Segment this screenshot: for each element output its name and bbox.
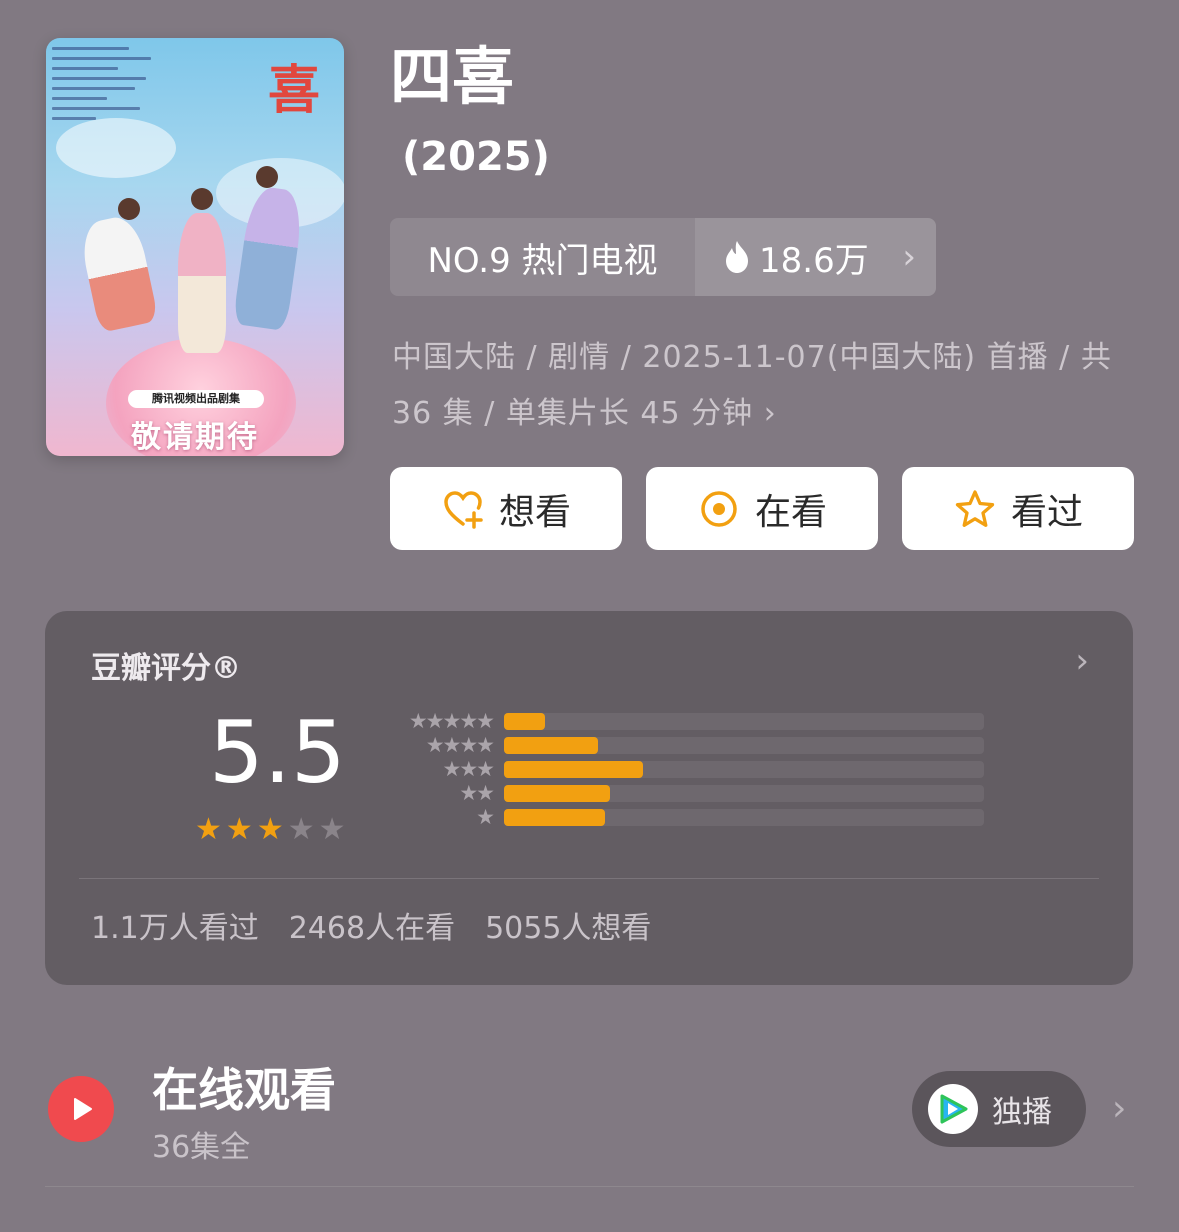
distribution-bar	[504, 713, 545, 730]
distribution-track	[504, 809, 984, 826]
poster-figure-head	[256, 166, 278, 188]
release-year: (2025)	[402, 134, 550, 180]
distribution-bar	[504, 737, 598, 754]
distribution-row: ★★★	[383, 757, 993, 781]
distribution-bar	[504, 761, 643, 778]
distribution-bar	[504, 809, 605, 826]
heart-plus-icon	[444, 490, 483, 529]
rating-card[interactable]: 豆瓣评分® › 5.5 ★ ★ ★ ★ ★ ★★★★★ ★★★★ ★★★ ★★ ★ 1.1万人看…	[45, 611, 1133, 985]
watched-count: 1.1万人看过	[91, 911, 259, 946]
poster-tag: 腾讯视频出品剧集	[128, 390, 264, 408]
want-to-watch-button[interactable]: 想看	[390, 467, 622, 550]
page-title: 四喜	[390, 40, 515, 113]
poster-figure	[77, 212, 159, 334]
play-button[interactable]	[48, 1076, 114, 1142]
episode-count: 36集全	[152, 1130, 251, 1165]
watched-button[interactable]: 看过	[902, 467, 1134, 550]
distribution-star-label: ★★★	[442, 757, 496, 781]
rating-counts: 1.1万人看过 2468人在看 5055人想看	[91, 903, 651, 947]
want-count: 5055人想看	[485, 911, 652, 946]
rating-heading: 豆瓣评分®	[91, 651, 241, 686]
poster-title-char: 喜	[268, 60, 321, 121]
info-line[interactable]: 中国大陆 / 剧情 / 2025-11-07(中国大陆) 首播 / 共 36 集…	[392, 330, 1132, 442]
watching-label: 在看	[754, 491, 827, 533]
distribution-bar	[504, 785, 610, 802]
chevron-right-icon: ›	[1075, 641, 1089, 681]
distribution-track	[504, 713, 984, 730]
distribution-row: ★★★★★	[383, 709, 993, 733]
star-outline-icon	[955, 489, 995, 527]
distribution-row: ★★	[383, 781, 993, 805]
distribution-star-label: ★★	[459, 781, 495, 805]
star-empty-icon: ★	[318, 812, 346, 847]
want-label: 想看	[498, 491, 571, 533]
poster-figure-head	[191, 188, 213, 210]
divider	[79, 878, 1099, 879]
info-text: 中国大陆 / 剧情 / 2025-11-07(中国大陆) 首播 / 共 36 集…	[392, 340, 1112, 431]
rating-score: 5.5	[209, 703, 346, 803]
star-empty-icon: ★	[287, 812, 315, 847]
poster-image[interactable]: 喜 腾讯视频出品剧集 敬请期待	[46, 38, 344, 456]
flame-icon	[726, 241, 748, 273]
exclusive-label: 独播	[992, 1095, 1052, 1130]
poster-figure-head	[118, 198, 140, 220]
rank-label: NO.9 热门电视	[390, 218, 695, 296]
chevron-right-icon: ›	[763, 396, 777, 431]
distribution-track	[504, 737, 984, 754]
star-filled-icon: ★	[256, 812, 284, 847]
distribution-star-label: ★★★★★	[408, 709, 495, 733]
platform-pill[interactable]: 独播	[912, 1071, 1086, 1147]
poster-figure	[178, 213, 226, 353]
chevron-right-icon[interactable]: ›	[1112, 1088, 1126, 1129]
poster-credits	[52, 40, 162, 160]
distribution-row: ★★★★	[383, 733, 993, 757]
star-filled-icon: ★	[195, 812, 222, 847]
heat-section[interactable]: 18.6万 ›	[695, 218, 936, 296]
distribution-track	[504, 761, 984, 778]
target-icon	[701, 490, 737, 527]
play-icon	[74, 1098, 92, 1120]
rank-badge[interactable]: NO.9 热门电视 18.6万 ›	[390, 218, 936, 296]
poster-banner: 敬请期待	[131, 420, 259, 455]
distribution-star-label: ★	[476, 805, 495, 829]
online-watch-title[interactable]: 在线观看	[152, 1054, 336, 1120]
star-filled-icon: ★	[225, 812, 253, 847]
watched-label: 看过	[1010, 491, 1083, 533]
distribution-star-label: ★★★★	[425, 733, 495, 757]
watching-count: 2468人在看	[288, 911, 456, 946]
divider	[45, 1186, 1134, 1187]
rating-stars: ★ ★ ★ ★ ★	[195, 815, 346, 845]
tencent-video-logo	[928, 1084, 978, 1134]
heat-value: 18.6万	[759, 240, 869, 281]
chevron-right-icon: ›	[902, 237, 916, 277]
distribution-row: ★	[383, 805, 993, 829]
watching-button[interactable]: 在看	[646, 467, 878, 550]
distribution-track	[504, 785, 984, 802]
